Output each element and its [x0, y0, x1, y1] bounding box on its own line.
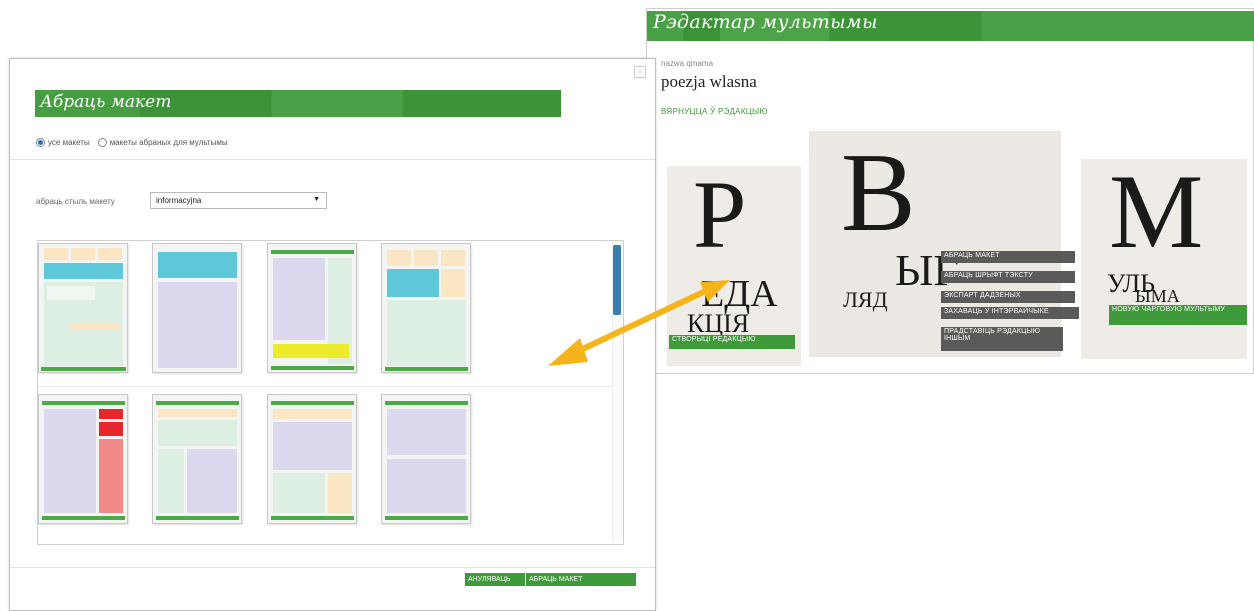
layout-block [441, 250, 465, 266]
layout-block [47, 286, 95, 300]
layout-block [273, 422, 352, 470]
radio-selected-layouts-label: макеты абраных для мультымы [109, 138, 228, 147]
layout-block [271, 516, 354, 520]
layout-block [158, 282, 237, 368]
layout-block [387, 300, 466, 366]
layout-block [42, 401, 125, 405]
card-multyma-letter: М [1109, 153, 1204, 270]
layout-block [271, 250, 354, 254]
layout-block [44, 248, 68, 260]
save-action[interactable]: ЗАХАВАЦЬ У ІНТЭРВАЙЧЫКЕ [941, 307, 1079, 319]
layout-block [414, 250, 438, 266]
layout-block [69, 324, 121, 330]
layout-block [387, 250, 411, 266]
layout-block [271, 401, 354, 405]
radio-selected-layouts[interactable] [97, 138, 107, 147]
layout-block [158, 420, 237, 446]
style-select-value: informacyjna [156, 196, 202, 205]
back-to-editing-link[interactable]: ВЯРНУЦЦА Ў РЭДАКЦЫЮ [661, 107, 768, 116]
arrow-shaft [569, 285, 715, 357]
select-layout-button[interactable]: АБРАЦЬ МАКЕТ [526, 573, 636, 586]
layout-block [158, 449, 184, 513]
radio-all-layouts[interactable] [36, 138, 45, 147]
modal-title: Абраць макет [40, 92, 172, 112]
layout-block [271, 366, 354, 370]
layout-block [387, 409, 466, 455]
layout-block [385, 401, 468, 405]
divider [38, 386, 612, 387]
layout-block [44, 409, 96, 513]
layout-block [42, 516, 125, 520]
card-vyhlad-letter: В [841, 131, 916, 255]
layout-block [273, 258, 325, 340]
present-edition-action[interactable]: ПРАДСТАВІЦЬ РЭДАКЦЫЮ ІНШЫМ [941, 327, 1063, 351]
card-multyma-line2: ЫМА [1135, 286, 1180, 306]
divider [10, 159, 655, 160]
layout-block [71, 248, 95, 260]
cancel-button[interactable]: АНУЛЯВАЦЬ [465, 573, 525, 586]
layout-block [99, 422, 123, 436]
choose-layout-action[interactable]: АБРАЦЬ МАКЕТ [941, 251, 1075, 263]
choose-font-action[interactable]: АБРАЦЬ ШРЫФТ ТЭКСТУ [941, 271, 1075, 283]
layout-thumbnail-8[interactable] [381, 394, 471, 524]
layout-block [273, 409, 352, 419]
layout-thumbnail-5[interactable] [38, 394, 128, 524]
arrow-head-right [700, 280, 730, 302]
layout-block [41, 367, 126, 371]
layout-block [156, 401, 239, 405]
name-field-label: nazwa qmama [661, 59, 714, 68]
layout-block [387, 269, 439, 297]
new-multyma-button[interactable]: НОВУЮ ЧАРГОВУЮ МУЛЬТЫМУ [1109, 305, 1247, 325]
chevron-down-icon: ▼ [313, 196, 320, 203]
style-select[interactable]: informacyjna ▼ [150, 192, 327, 209]
layout-block [156, 516, 239, 520]
layout-block [441, 269, 465, 297]
layout-thumbnail-4[interactable] [381, 243, 471, 373]
layout-filter-radios: усе макеты макеты абраных для мультымы [36, 138, 236, 147]
layout-block [158, 409, 237, 417]
layout-block [273, 344, 349, 358]
radio-all-layouts-label: усе макеты [48, 138, 90, 147]
layout-block [328, 473, 352, 513]
layout-block [187, 449, 237, 513]
layout-block [385, 367, 468, 371]
close-icon[interactable]: × [634, 66, 646, 78]
layout-thumbnail-7[interactable] [267, 394, 357, 524]
layout-block [273, 473, 325, 513]
divider [10, 567, 655, 568]
export-data-action[interactable]: ЭКСПАРТ ДАДЗЕНЫХ [941, 291, 1075, 303]
layout-thumbnail-1[interactable] [38, 243, 128, 373]
style-select-label: абраць стыль макету [36, 197, 115, 206]
layout-block [44, 263, 123, 279]
card-vyhlad-line2: ЛЯД [843, 287, 888, 312]
layout-block [158, 252, 237, 278]
arrow-head-left [548, 338, 588, 366]
layout-block [99, 409, 123, 419]
editor-title: Рэдактар мультымы [653, 11, 878, 33]
layout-block [385, 516, 468, 520]
layout-thumbnail-6[interactable] [152, 394, 242, 524]
name-field-value: poezja wlasna [661, 72, 757, 91]
double-arrow-icon [548, 280, 730, 366]
card-redakcia-letter: Р [693, 161, 747, 268]
layout-block [387, 459, 466, 513]
layout-block [98, 248, 122, 260]
layout-thumbnail-2[interactable] [152, 243, 242, 373]
layout-thumbnail-3[interactable] [267, 243, 357, 373]
layout-block [99, 439, 123, 513]
